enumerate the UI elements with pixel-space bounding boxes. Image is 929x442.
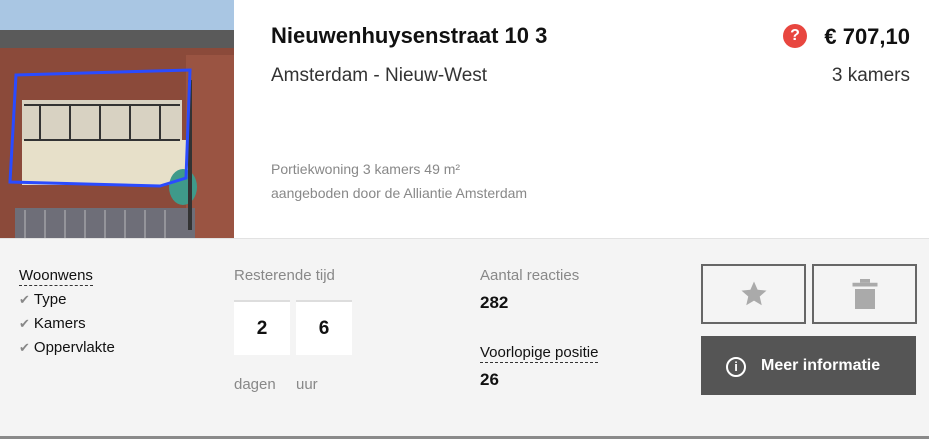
divider xyxy=(0,436,929,439)
check-icon: ✔ xyxy=(19,316,30,331)
more-info-button[interactable]: i Meer informatie xyxy=(701,336,916,395)
remaining-hours-value: 6 xyxy=(296,300,352,355)
listing-street[interactable]: Nieuwenhuysenstraat 10 3 xyxy=(271,23,547,49)
check-icon: ✔ xyxy=(19,292,30,307)
woonwens-title[interactable]: Woonwens xyxy=(19,267,93,286)
listing-price: € 707,10 xyxy=(824,24,910,49)
remaining-days-value: 2 xyxy=(234,300,290,355)
woonwens-item-label: Type xyxy=(33,291,67,308)
woonwens-item-type: ✔ Type xyxy=(19,291,66,308)
check-icon: ✔ xyxy=(19,340,30,355)
woonwens-item-oppervlakte: ✔ Oppervlakte xyxy=(19,339,115,356)
woonwens-item-label: Oppervlakte xyxy=(33,339,115,356)
listing-description: Portiekwoning 3 kamers 49 m² xyxy=(271,161,461,177)
listing-rooms: 3 kamers xyxy=(831,65,910,86)
reactions-label: Aantal reacties xyxy=(480,267,580,284)
listing-provider: aangeboden door de Alliantie Amsterdam xyxy=(271,185,528,201)
reactions-value: 282 xyxy=(480,293,509,312)
woonwens-item-label: Kamers xyxy=(33,315,86,332)
remaining-days-label: dagen xyxy=(234,376,276,393)
woonwens-item-kamers: ✔ Kamers xyxy=(19,315,86,332)
listing-photo[interactable] xyxy=(0,0,234,238)
more-info-label: Meer informatie xyxy=(761,357,881,374)
star-icon xyxy=(741,281,766,306)
question-icon[interactable]: ? xyxy=(783,24,807,48)
listing-card: Nieuwenhuysenstraat 10 3 Amsterdam - Nie… xyxy=(0,0,929,442)
delete-button[interactable] xyxy=(812,264,917,324)
listing-city: Amsterdam - Nieuw-West xyxy=(271,65,488,86)
favorite-button[interactable] xyxy=(701,264,806,324)
position-value: 26 xyxy=(480,370,499,389)
position-label[interactable]: Voorlopige positie xyxy=(480,344,599,363)
remaining-hours-label: uur xyxy=(296,376,318,393)
trash-icon xyxy=(852,279,877,309)
info-icon: i xyxy=(726,357,746,377)
remaining-time-label: Resterende tijd xyxy=(234,267,335,284)
